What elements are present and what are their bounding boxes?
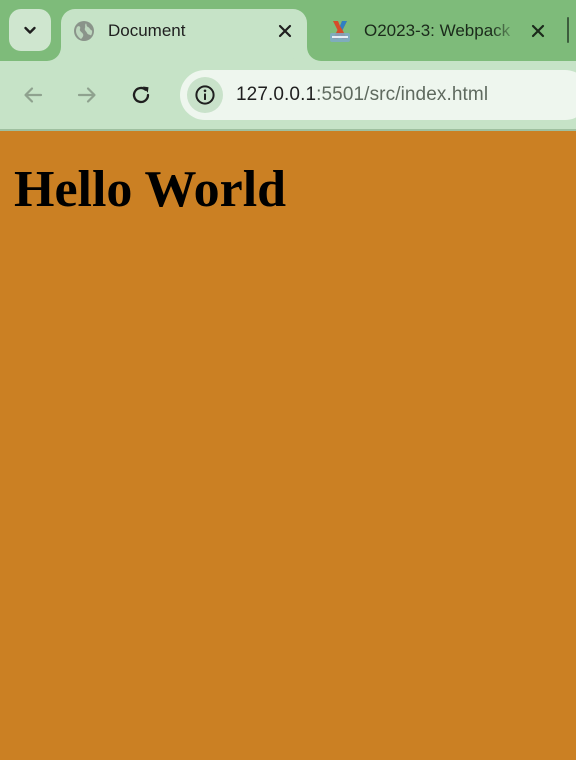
toolbar: 127.0.0.1:5501/src/index.html xyxy=(0,61,576,129)
arrow-right-icon xyxy=(77,87,96,103)
page-content: Hello World xyxy=(0,131,576,760)
globe-icon xyxy=(74,21,94,41)
url-path: :5501/src/index.html xyxy=(316,84,489,105)
tab-title: Document xyxy=(108,21,186,40)
back-button[interactable] xyxy=(13,75,53,115)
tab-document[interactable]: Document xyxy=(61,9,307,61)
info-icon xyxy=(195,85,215,105)
site-favicon-icon xyxy=(330,21,350,42)
tab-title: O2023-3: Webpack xyxy=(364,21,511,40)
site-info-button[interactable] xyxy=(187,77,223,113)
tab-strip: Document O2023-3: Webpack xyxy=(0,0,576,61)
forward-button[interactable] xyxy=(67,75,107,115)
close-icon xyxy=(531,24,545,38)
page-heading: Hello World xyxy=(14,161,287,218)
reload-button[interactable] xyxy=(121,75,161,115)
tab-divider xyxy=(567,17,569,43)
address-bar[interactable]: 127.0.0.1:5501/src/index.html xyxy=(180,70,576,120)
tab-search-button[interactable] xyxy=(9,9,51,51)
close-icon xyxy=(278,24,292,38)
tab-close-button[interactable] xyxy=(528,21,548,41)
arrow-left-icon xyxy=(24,87,43,103)
browser-window: Document O2023-3: Webpack 127.0.0.1:5501… xyxy=(0,0,576,760)
url-text: 127.0.0.1:5501/src/index.html xyxy=(236,84,488,106)
chevron-down-icon xyxy=(24,26,36,34)
tab-webpack[interactable]: O2023-3: Webpack xyxy=(318,9,576,53)
url-host: 127.0.0.1 xyxy=(236,84,317,105)
tab-close-button[interactable] xyxy=(275,21,295,41)
reload-icon xyxy=(132,86,150,104)
